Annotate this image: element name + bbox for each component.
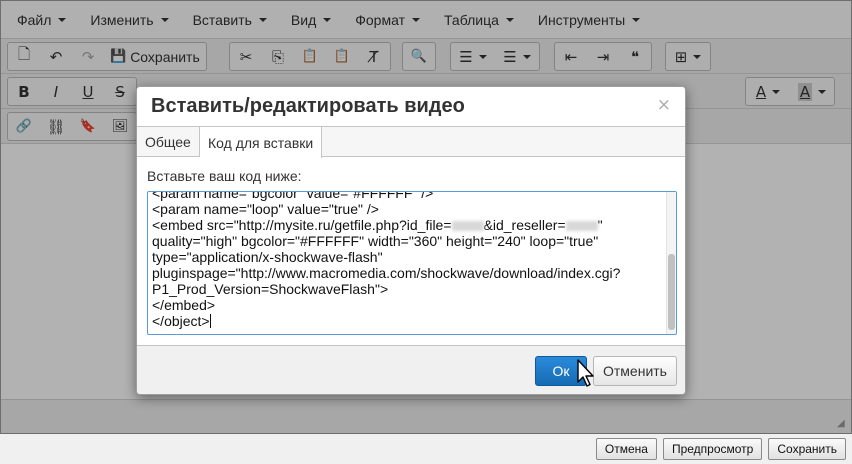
code-line: &id_reseller= [483,217,566,233]
textarea-scrollbar[interactable] [666,192,676,334]
save-page-button[interactable]: Сохранить [768,438,846,460]
embed-code-text: <param name="bgcolor" value="#FFFFFF" />… [152,191,662,329]
dialog-title: Вставить/редактировать видео [151,95,465,117]
code-line: </embed> [152,297,216,313]
close-icon[interactable]: × [657,95,671,115]
code-line: quality="high" bgcolor="#FFFFFF" width="… [152,233,599,249]
preview-button[interactable]: Предпросмотр [662,438,763,460]
tab-embed-code[interactable]: Код для вставки [200,127,323,158]
redacted-id-reseller [565,221,598,232]
code-line: <param name="bgcolor" value="#FFFFFF" /> [152,191,434,201]
cancel-button[interactable]: Отмена [595,438,657,460]
scrollbar-thumb[interactable] [668,254,675,330]
dialog-tabs: Общее Код для вставки [137,127,685,158]
redacted-id-file [451,221,484,232]
code-line: </object> [152,313,210,329]
embed-code-textarea[interactable]: <param name="bgcolor" value="#FFFFFF" />… [147,191,677,335]
code-line: P1_Prod_Version=ShockwaveFlash"> [152,281,389,297]
dialog-footer: Ок Отменить [137,345,685,394]
mouse-pointer-icon [577,359,594,387]
code-line: <embed src="http://mysite.ru/getfile.php… [152,217,452,233]
code-line: type="application/x-shockwave-flash" [152,249,383,265]
code-line: " [597,217,603,233]
dialog-header: Вставить/редактировать видео × [137,87,685,127]
dialog-cancel-button[interactable]: Отменить [593,356,677,386]
code-line: <param name="loop" value="true" /> [152,201,379,217]
insert-video-dialog: Вставить/редактировать видео × Общее Код… [136,86,686,395]
text-cursor [209,314,211,328]
tab-general[interactable]: Общее [137,127,200,157]
page-footer: Отмена Предпросмотр Сохранить [0,434,852,464]
code-line: pluginspage="http://www.macromedia.com/s… [152,265,621,281]
embed-code-label: Вставьте ваш код ниже: [147,168,302,184]
